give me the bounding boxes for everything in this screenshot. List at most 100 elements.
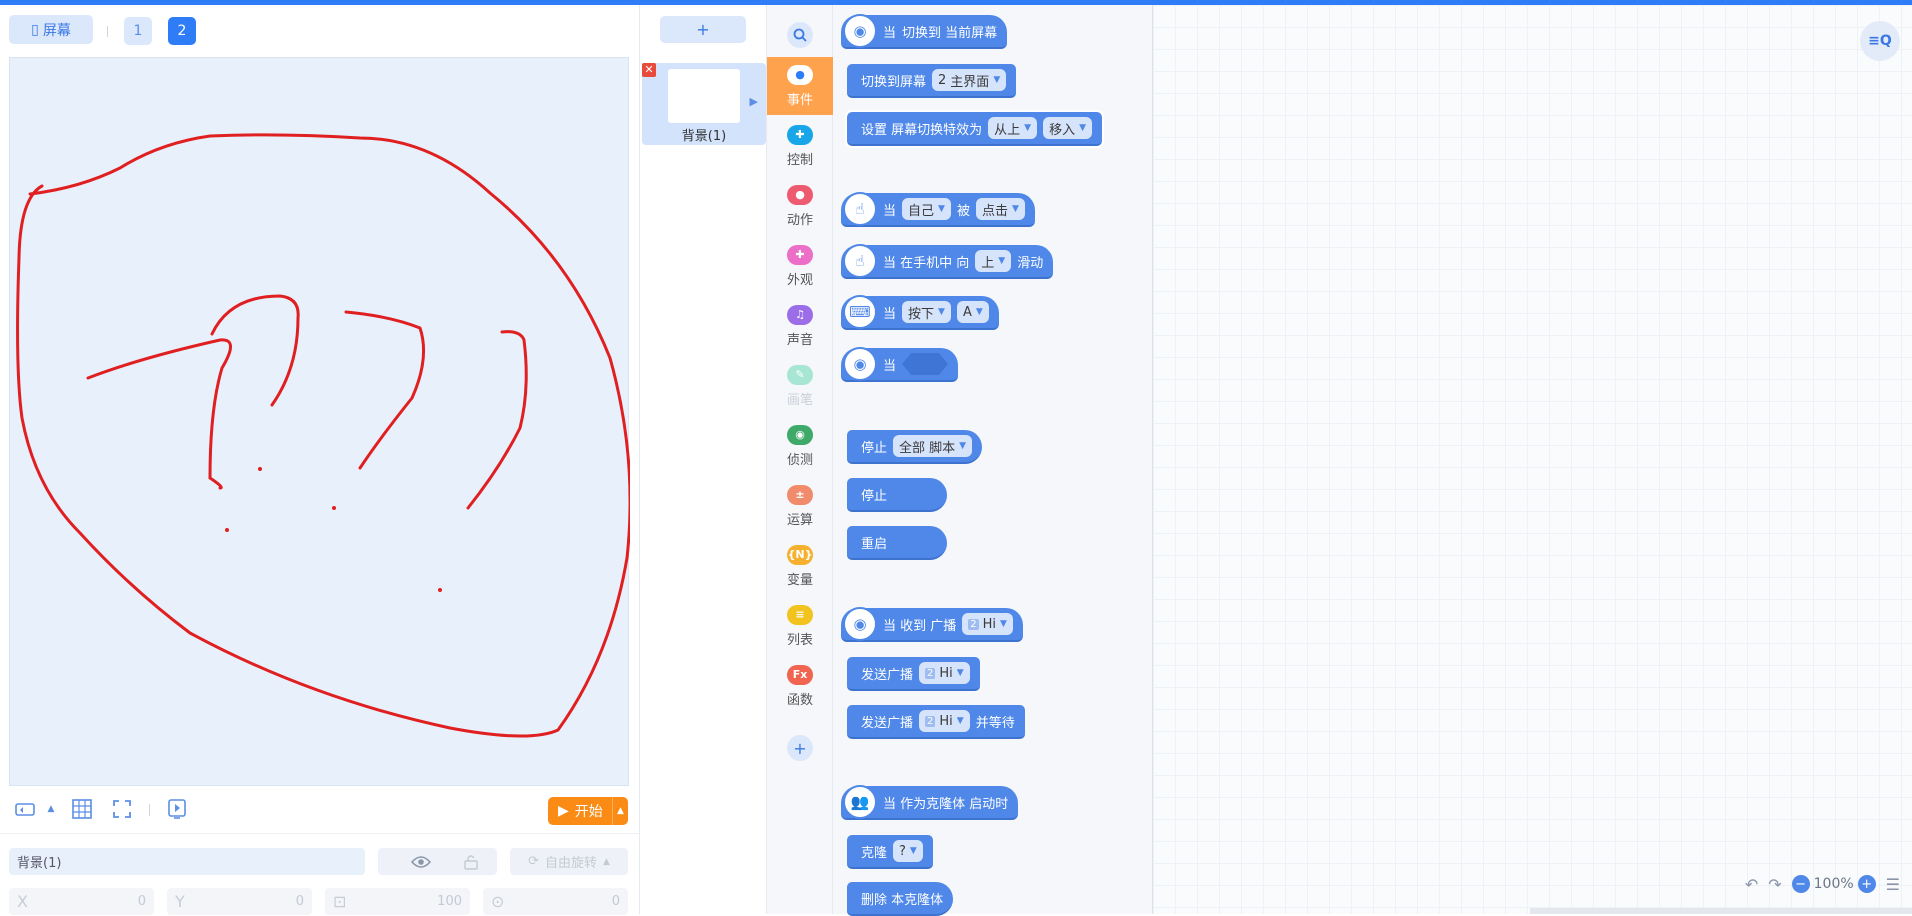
category-9[interactable]: ≡列表 — [767, 597, 833, 655]
sprite-card[interactable]: 背景(1) ✕ ▶ — [642, 63, 766, 145]
redo-icon[interactable]: ↷ — [1768, 875, 1781, 894]
dropdown-value: 自己 — [908, 200, 934, 219]
size-field[interactable]: ⊡ 100 — [325, 888, 470, 915]
y-field[interactable]: Y 0 — [167, 888, 312, 915]
chevron-down-icon: ▼ — [957, 716, 964, 726]
block-send-broadcast-wait[interactable]: 发送广播 2Hi▼ 并等待 — [847, 705, 1025, 739]
block-set-screen-transition[interactable]: 设置 屏幕切换特效为 从上▼ 移入▼ — [847, 112, 1102, 146]
category-3[interactable]: ✚外观 — [767, 237, 833, 295]
stage-size-icon[interactable] — [14, 798, 36, 820]
category-8[interactable]: {N}变量 — [767, 537, 833, 595]
close-icon[interactable]: ✕ — [642, 63, 656, 77]
page-button-2[interactable]: 2 — [168, 17, 196, 45]
block-switch-to-screen[interactable]: 切换到屏幕 2主界面▼ — [847, 64, 1016, 98]
add-extension-button[interactable]: + — [787, 735, 813, 761]
block-text: 停止 — [861, 485, 887, 504]
category-4[interactable]: ♫声音 — [767, 297, 833, 355]
block-when-broadcast[interactable]: ◉ 当 收到 广播 2Hi▼ — [841, 608, 1023, 642]
block-restart[interactable]: 重启 — [847, 526, 947, 560]
dropdown-value: A — [963, 305, 972, 320]
screen-button[interactable]: ▯ 屏幕 — [9, 15, 93, 44]
undo-icon[interactable]: ↶ — [1745, 875, 1758, 894]
y-field-label: Y — [175, 892, 185, 911]
block-stop[interactable]: 停止 — [847, 478, 947, 512]
play-icon: ▶ — [558, 803, 569, 819]
direction-dropdown[interactable]: 从上▼ — [988, 117, 1037, 139]
add-sprite-button[interactable]: + — [660, 16, 746, 43]
category-label: 函数 — [787, 689, 813, 708]
sprite-card-label: 背景(1) — [642, 125, 766, 144]
category-7[interactable]: ±运算 — [767, 477, 833, 535]
block-when-condition[interactable]: ◉ 当 — [841, 348, 958, 382]
broadcast-dropdown[interactable]: 2Hi▼ — [962, 613, 1013, 635]
block-text: 当 — [883, 303, 896, 322]
chevron-right-icon[interactable]: ▶ — [750, 95, 758, 108]
category-0[interactable]: ●事件 — [767, 57, 833, 115]
script-workspace[interactable]: ≡Q ↶ ↷ − 100% + ☰ — [1153, 5, 1912, 914]
broadcast-dropdown[interactable]: 2Hi▼ — [919, 710, 970, 732]
clone-target-dropdown[interactable]: ?▼ — [893, 840, 923, 862]
chevron-down-icon: ▼ — [976, 307, 983, 317]
condition-slot[interactable] — [902, 353, 948, 375]
swipe-direction-dropdown[interactable]: 上▼ — [975, 250, 1011, 272]
category-label: 画笔 — [787, 389, 813, 408]
lock-button[interactable] — [445, 848, 497, 875]
block-delete-clone[interactable]: 删除 本克隆体 — [847, 882, 953, 916]
block-when-clicked[interactable]: ☝ 当 自己▼ 被 点击▼ — [841, 193, 1035, 227]
block-text: 发送广播 — [861, 664, 913, 683]
stage-canvas[interactable] — [9, 57, 629, 786]
start-options-caret-icon[interactable]: ▲ — [612, 797, 628, 825]
search-icon[interactable] — [787, 22, 813, 48]
grid-icon[interactable] — [71, 798, 93, 820]
block-send-broadcast[interactable]: 发送广播 2Hi▼ — [847, 657, 980, 691]
broadcast-dropdown[interactable]: 2Hi▼ — [919, 662, 970, 684]
block-when-clone-start[interactable]: 👥 当 作为克隆体 启动时 — [841, 786, 1018, 820]
category-2[interactable]: ●动作 — [767, 177, 833, 235]
screen-dropdown[interactable]: 2主界面▼ — [932, 69, 1006, 91]
zoom-out-button[interactable]: − — [1792, 875, 1810, 893]
properties-divider — [0, 833, 640, 834]
direction-field[interactable]: ⊙ 0 — [483, 888, 628, 915]
sprite-name-field[interactable]: 背景(1) — [9, 848, 365, 875]
stage-size-caret-icon[interactable]: ▲ — [40, 798, 62, 820]
category-bar: ●事件✚控制●动作✚外观♫声音✎画笔◉侦测±运算{N}变量≡列表Fx函数 + — [767, 5, 833, 914]
align-icon[interactable]: ☰ — [1886, 875, 1900, 894]
effect-dropdown[interactable]: 移入▼ — [1043, 117, 1092, 139]
category-label: 事件 — [787, 89, 813, 108]
event-icon: ◉ — [843, 347, 877, 381]
block-when-key[interactable]: ⌨ 当 按下▼ A▼ — [841, 296, 999, 330]
block-when-screen-switch[interactable]: ◉ 当 切换到 当前屏幕 — [841, 15, 1007, 49]
start-button[interactable]: ▶ 开始 ▲ — [548, 797, 628, 825]
target-dropdown[interactable]: 自己▼ — [902, 198, 951, 220]
category-1[interactable]: ✚控制 — [767, 117, 833, 175]
sprite-list-panel: + 背景(1) ✕ ▶ — [641, 5, 767, 914]
block-stop-dropdown[interactable]: 停止 全部 脚本▼ — [847, 430, 982, 464]
stop-target-dropdown[interactable]: 全部 脚本▼ — [893, 435, 972, 457]
key-action-dropdown[interactable]: 按下▼ — [902, 301, 951, 323]
block-when-swipe[interactable]: ☝ 当 在手机中 向 上▼ 滑动 — [841, 245, 1053, 279]
block-clone[interactable]: 克隆 ?▼ — [847, 835, 933, 869]
workspace-scrollbar[interactable] — [1530, 908, 1912, 914]
stage-panel: ▯ 屏幕 1 2 ▲ ▶ — [0, 5, 640, 914]
fullscreen-icon[interactable] — [111, 798, 133, 820]
category-icon: ✚ — [787, 245, 813, 265]
chevron-down-icon: ▼ — [959, 441, 966, 451]
category-label: 动作 — [787, 209, 813, 228]
x-field[interactable]: X 0 — [9, 888, 154, 915]
category-6[interactable]: ◉侦测 — [767, 417, 833, 475]
category-10[interactable]: Fx函数 — [767, 657, 833, 715]
dropdown-value: 上 — [981, 252, 994, 271]
category-5[interactable]: ✎画笔 — [767, 357, 833, 415]
rotation-mode-select[interactable]: ⟳ 自由旋转 ▲ — [510, 848, 628, 875]
chevron-down-icon: ▼ — [998, 256, 1005, 266]
zoom-in-button[interactable]: + — [1858, 875, 1876, 893]
dropdown-value: 从上 — [994, 119, 1020, 138]
dropdown-value: Hi — [939, 714, 952, 729]
page-button-1[interactable]: 1 — [124, 17, 152, 45]
block-text: 设置 屏幕切换特效为 — [861, 119, 982, 138]
key-dropdown[interactable]: A▼ — [957, 301, 989, 323]
zoom-level: 100% — [1814, 876, 1854, 892]
workspace-search-icon[interactable]: ≡Q — [1860, 21, 1900, 61]
phone-preview-icon[interactable] — [166, 798, 188, 820]
action-dropdown[interactable]: 点击▼ — [976, 198, 1025, 220]
